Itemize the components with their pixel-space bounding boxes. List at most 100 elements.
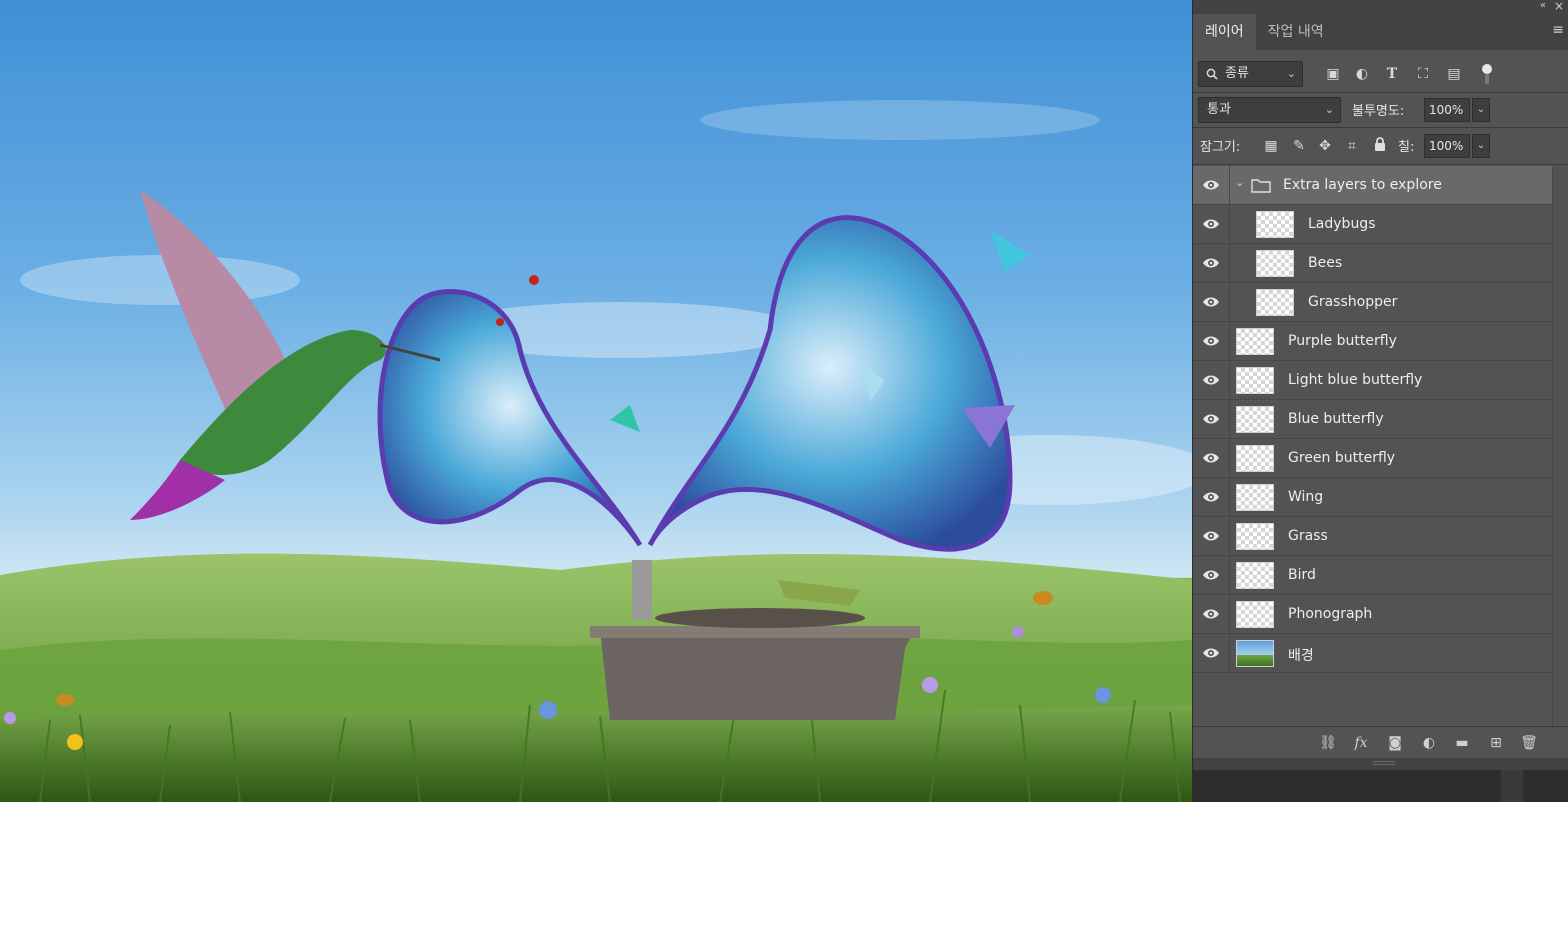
layer-row[interactable]: Grasshopper xyxy=(1193,283,1553,322)
collapse-panel-icon[interactable]: « xyxy=(1540,0,1546,11)
visibility-eye-icon[interactable] xyxy=(1201,604,1221,624)
row-separator xyxy=(1229,595,1230,634)
panel-tabs: 레이어 작업 내역 ≡ xyxy=(1193,14,1568,50)
row-separator xyxy=(1229,205,1230,244)
visibility-eye-icon[interactable] xyxy=(1201,331,1221,351)
layer-thumbnail[interactable] xyxy=(1236,328,1274,355)
row-separator xyxy=(1229,556,1230,595)
shape-layer-filter-icon[interactable]: ⛶ xyxy=(1413,64,1433,84)
lock-position-icon[interactable]: ✥ xyxy=(1315,136,1335,156)
visibility-eye-icon[interactable] xyxy=(1201,526,1221,546)
layer-name: Bird xyxy=(1288,567,1316,583)
blend-mode-dropdown[interactable]: 통과 ⌄ xyxy=(1198,97,1341,123)
opacity-label: 불투명도: xyxy=(1352,104,1405,119)
lock-artboard-icon[interactable]: ⌗ xyxy=(1342,136,1362,156)
blend-mode-value: 통과 xyxy=(1207,102,1231,117)
layer-thumbnail[interactable] xyxy=(1236,601,1274,628)
adjustment-icon[interactable]: ◐ xyxy=(1419,733,1439,753)
layer-name: Wing xyxy=(1288,489,1324,505)
layer-thumbnail[interactable] xyxy=(1236,445,1274,472)
opacity-dropdown-icon[interactable]: ⌄ xyxy=(1472,98,1490,122)
layer-row[interactable]: Green butterfly xyxy=(1193,439,1553,478)
layer-row[interactable]: Ladybugs xyxy=(1193,205,1553,244)
lock-image-pixels-icon[interactable]: ✎ xyxy=(1289,136,1309,156)
adjustment-layer-filter-icon[interactable]: ◐ xyxy=(1352,64,1372,84)
layer-name: 배경 xyxy=(1288,648,1314,664)
fill-label: 칠: xyxy=(1398,140,1415,155)
smart-object-filter-icon[interactable]: ▤ xyxy=(1444,64,1464,84)
resize-grip-icon[interactable] xyxy=(1373,761,1395,765)
new-layer-icon[interactable]: ⊞ xyxy=(1486,733,1506,753)
visibility-eye-icon[interactable] xyxy=(1201,292,1221,312)
layer-row[interactable]: Bees xyxy=(1193,244,1553,283)
visibility-eye-icon[interactable] xyxy=(1201,253,1221,273)
layer-thumbnail[interactable] xyxy=(1236,367,1274,394)
close-panel-icon[interactable]: × xyxy=(1554,0,1564,13)
visibility-eye-icon[interactable] xyxy=(1201,214,1221,234)
layer-row[interactable]: 배경 xyxy=(1193,634,1553,673)
divider xyxy=(1193,164,1568,165)
layer-filter-row: 종류 ⌄ ▣ ◐ T ⛶ ▤ xyxy=(1193,60,1568,90)
layer-row[interactable]: Blue butterfly xyxy=(1193,400,1553,439)
layer-row[interactable]: Bird xyxy=(1193,556,1553,595)
fx-icon[interactable]: fx xyxy=(1351,733,1371,753)
layer-thumbnail[interactable] xyxy=(1236,406,1274,433)
layer-name: Bees xyxy=(1308,255,1343,271)
layer-thumbnail[interactable] xyxy=(1236,484,1274,511)
fill-input[interactable]: 100% xyxy=(1424,134,1470,158)
visibility-eye-icon[interactable] xyxy=(1201,643,1221,663)
lock-all-icon[interactable] xyxy=(1370,136,1390,156)
lock-label: 잠그기: xyxy=(1200,140,1241,155)
layer-row[interactable]: Wing xyxy=(1193,478,1553,517)
visibility-eye-icon[interactable] xyxy=(1201,448,1221,468)
link-icon[interactable]: ⛓ xyxy=(1318,733,1338,753)
opacity-input[interactable]: 100% xyxy=(1424,98,1470,122)
filter-kind-dropdown[interactable]: 종류 ⌄ xyxy=(1198,61,1303,87)
visibility-eye-icon[interactable] xyxy=(1201,175,1221,195)
layer-row[interactable]: Phonograph xyxy=(1193,595,1553,634)
document-canvas[interactable] xyxy=(0,0,1192,802)
layer-row[interactable]: Purple butterfly xyxy=(1193,322,1553,361)
layer-group-row[interactable]: ⌄ Extra layers to explore xyxy=(1193,166,1553,205)
group-expand-chevron-icon[interactable]: ⌄ xyxy=(1235,176,1244,189)
layers-scrollbar[interactable] xyxy=(1552,166,1568,726)
fill-dropdown-icon[interactable]: ⌄ xyxy=(1472,134,1490,158)
filter-toggle-icon[interactable] xyxy=(1477,62,1497,84)
layer-thumbnail[interactable] xyxy=(1236,562,1274,589)
visibility-eye-icon[interactable] xyxy=(1201,409,1221,429)
tab-layers[interactable]: 레이어 xyxy=(1193,14,1256,50)
row-separator xyxy=(1229,517,1230,556)
lock-transparent-pixels-icon[interactable]: ▦ xyxy=(1261,136,1281,156)
layer-thumbnail[interactable] xyxy=(1256,289,1294,316)
row-separator xyxy=(1229,361,1230,400)
layer-name: Phonograph xyxy=(1288,606,1373,622)
chevron-down-icon: ⌄ xyxy=(1286,67,1296,80)
layer-thumbnail[interactable] xyxy=(1256,250,1294,277)
panel-footer xyxy=(1193,758,1568,770)
panel-menu-icon[interactable]: ≡ xyxy=(1552,22,1564,38)
layer-thumbnail[interactable] xyxy=(1236,523,1274,550)
layer-thumbnail[interactable] xyxy=(1256,211,1294,238)
visibility-eye-icon[interactable] xyxy=(1201,565,1221,585)
visibility-eye-icon[interactable] xyxy=(1201,487,1221,507)
layer-row[interactable]: Light blue butterfly xyxy=(1193,361,1553,400)
divider xyxy=(1193,127,1568,128)
filter-kind-label: 종류 xyxy=(1225,66,1249,81)
pixel-layer-filter-icon[interactable]: ▣ xyxy=(1323,64,1343,84)
layers-bottom-toolbar: ⛓ fx ◙ ◐ ▬ ⊞ 🗑 xyxy=(1193,726,1568,758)
row-separator xyxy=(1229,244,1230,283)
folder-icon[interactable]: ▬ xyxy=(1452,733,1472,753)
layer-name: Extra layers to explore xyxy=(1283,177,1442,193)
tab-history[interactable]: 작업 내역 xyxy=(1256,14,1336,50)
visibility-eye-icon[interactable] xyxy=(1201,370,1221,390)
type-layer-filter-icon[interactable]: T xyxy=(1382,64,1402,84)
layer-thumbnail[interactable] xyxy=(1236,640,1274,667)
row-separator xyxy=(1229,634,1230,673)
trash-icon[interactable]: 🗑 xyxy=(1519,733,1539,753)
blend-row: 통과 ⌄ 불투명도: 100% ⌄ xyxy=(1193,96,1568,124)
layers-panel: « × 레이어 작업 내역 ≡ 종류 ⌄ ▣ ◐ T ⛶ ▤ 통과 ⌄ 불투명도… xyxy=(1192,0,1568,802)
layer-name: Green butterfly xyxy=(1288,450,1396,466)
layer-row[interactable]: Grass xyxy=(1193,517,1553,556)
search-icon xyxy=(1206,68,1218,80)
mask-icon[interactable]: ◙ xyxy=(1385,733,1405,753)
